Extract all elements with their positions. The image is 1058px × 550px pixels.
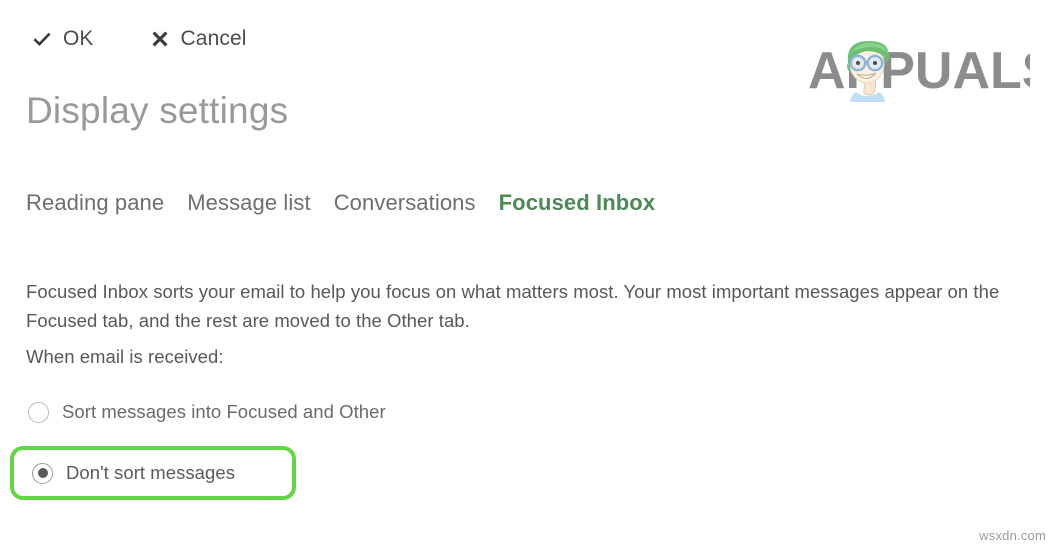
close-x-icon xyxy=(150,29,170,49)
radio-option-dont-sort[interactable]: Don't sort messages xyxy=(10,446,296,500)
radio-button-selected[interactable] xyxy=(32,462,53,484)
cancel-button-label: Cancel xyxy=(180,27,247,50)
cancel-button[interactable]: Cancel xyxy=(146,26,251,51)
settings-tab-strip: Reading pane Message list Conversations … xyxy=(26,189,655,217)
radio-option-sort-messages-label: Sort messages into Focused and Other xyxy=(62,401,386,422)
tab-message-list[interactable]: Message list xyxy=(187,189,310,217)
command-bar: OK Cancel xyxy=(28,26,251,51)
focused-inbox-description: Focused Inbox sorts your email to help y… xyxy=(26,280,1000,332)
tab-conversations[interactable]: Conversations xyxy=(334,189,476,217)
display-settings-dialog: OK Cancel Display settings Reading pane … xyxy=(0,0,1058,550)
appuals-logo: APPUALS xyxy=(808,36,1030,102)
watermark: wsxdn.com xyxy=(979,528,1046,543)
appuals-wordmark-text: APPUALS xyxy=(808,42,1030,100)
page-title: Display settings xyxy=(26,90,289,131)
tab-focused-inbox[interactable]: Focused Inbox xyxy=(499,189,656,217)
tab-reading-pane[interactable]: Reading pane xyxy=(26,189,164,217)
radio-option-sort-messages[interactable]: Sort messages into Focused and Other xyxy=(0,392,600,432)
when-email-received-label: When email is received: xyxy=(26,346,224,367)
checkmark-icon xyxy=(32,29,52,49)
radio-button-unselected[interactable] xyxy=(28,401,49,423)
focused-inbox-radio-group: Sort messages into Focused and Other Don… xyxy=(0,392,600,500)
radio-option-dont-sort-label: Don't sort messages xyxy=(66,462,235,483)
ok-button[interactable]: OK xyxy=(28,26,98,51)
ok-button-label: OK xyxy=(63,27,94,50)
